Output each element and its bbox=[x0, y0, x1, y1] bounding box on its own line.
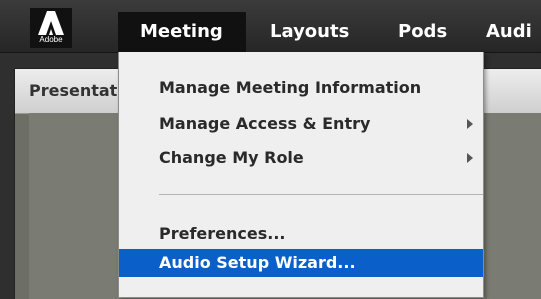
pod-title: Presentat bbox=[29, 81, 118, 100]
adobe-wordmark: Adobe bbox=[39, 35, 63, 44]
menu-separator bbox=[159, 194, 483, 195]
menu-meeting[interactable]: Meeting bbox=[118, 12, 246, 52]
menu-item-label: Change My Role bbox=[159, 148, 304, 167]
menu-item-manage-meeting-information[interactable]: Manage Meeting Information bbox=[119, 74, 483, 102]
adobe-logo[interactable]: Adobe bbox=[30, 8, 72, 48]
menu-item-label: Audio Setup Wizard... bbox=[159, 253, 356, 272]
menu-item-label: Manage Access & Entry bbox=[159, 114, 371, 133]
menu-item-change-my-role[interactable]: Change My Role bbox=[119, 144, 483, 172]
menu-item-manage-access-entry[interactable]: Manage Access & Entry bbox=[119, 110, 483, 138]
menu-item-audio-setup-wizard[interactable]: Audio Setup Wizard... bbox=[119, 249, 483, 277]
menu-audio[interactable]: Audi bbox=[486, 12, 532, 52]
menu-pods[interactable]: Pods bbox=[398, 12, 447, 52]
menu-item-label: Manage Meeting Information bbox=[159, 78, 422, 97]
meeting-dropdown-menu: Manage Meeting Information Manage Access… bbox=[118, 52, 484, 298]
arrow-right-icon bbox=[467, 119, 473, 129]
menu-layouts[interactable]: Layouts bbox=[270, 12, 349, 52]
arrow-right-icon bbox=[467, 153, 473, 163]
menu-item-preferences[interactable]: Preferences... bbox=[119, 220, 483, 248]
menu-item-label: Preferences... bbox=[159, 224, 286, 243]
menu-bar: Adobe Meeting Layouts Pods Audi bbox=[0, 0, 541, 53]
adobe-a-icon bbox=[38, 11, 64, 35]
